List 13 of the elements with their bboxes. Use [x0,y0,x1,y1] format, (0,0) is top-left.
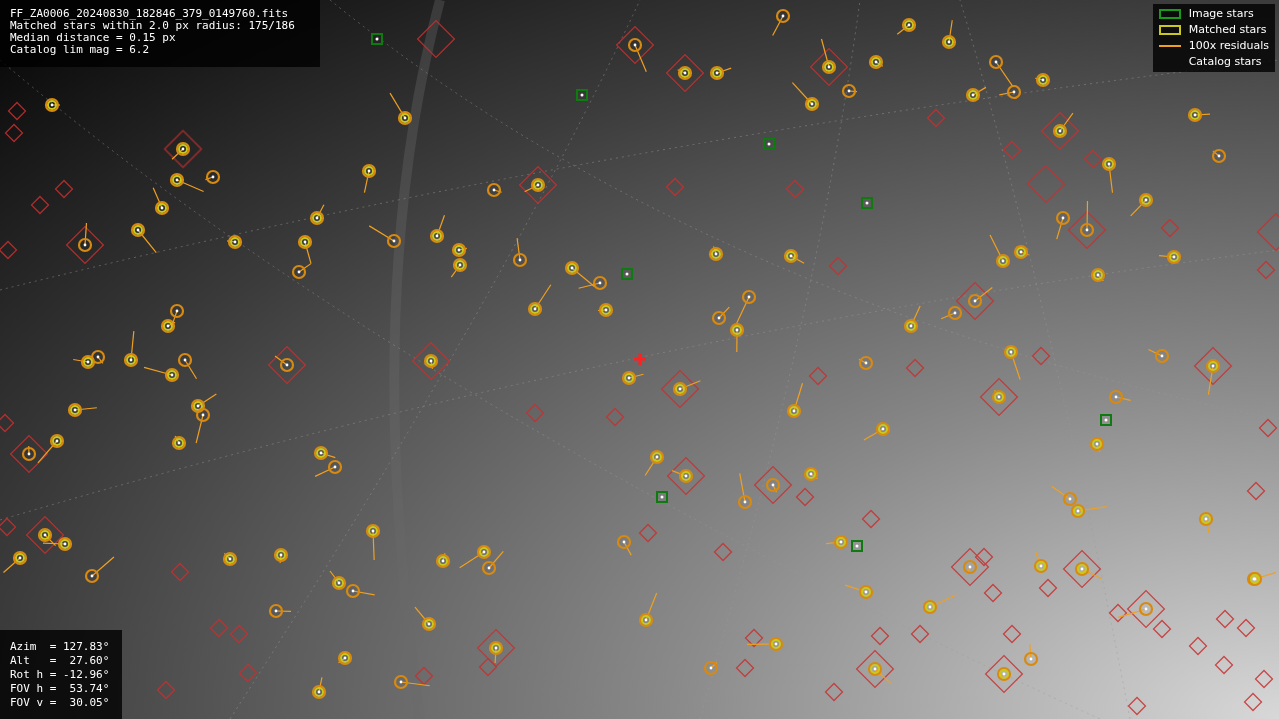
pointing-text: FOV h = 53.74° [10,682,111,696]
pointing-text: Azim = 127.83° [10,640,111,654]
legend-label: 100x residuals [1188,37,1269,54]
pointing-text: FOV v = 30.05° [10,696,111,710]
info-text: Matched stars within 2.0 px radius: 175/186 [10,20,296,32]
legend-label: Image stars [1188,5,1254,22]
pointing-text: Rot h = -12.96° [10,668,111,682]
legend-label: Matched stars [1188,21,1267,38]
info-text: FF_ZA0006_20240830_182846_379_0149760.fits [10,8,290,20]
info-text: Catalog lim mag = 6.2 [10,44,151,56]
info-text: Median distance = 0.15 px [10,32,177,44]
pointing-text: Alt = 27.60° [10,654,111,668]
legend-label: Catalog stars [1188,53,1262,70]
